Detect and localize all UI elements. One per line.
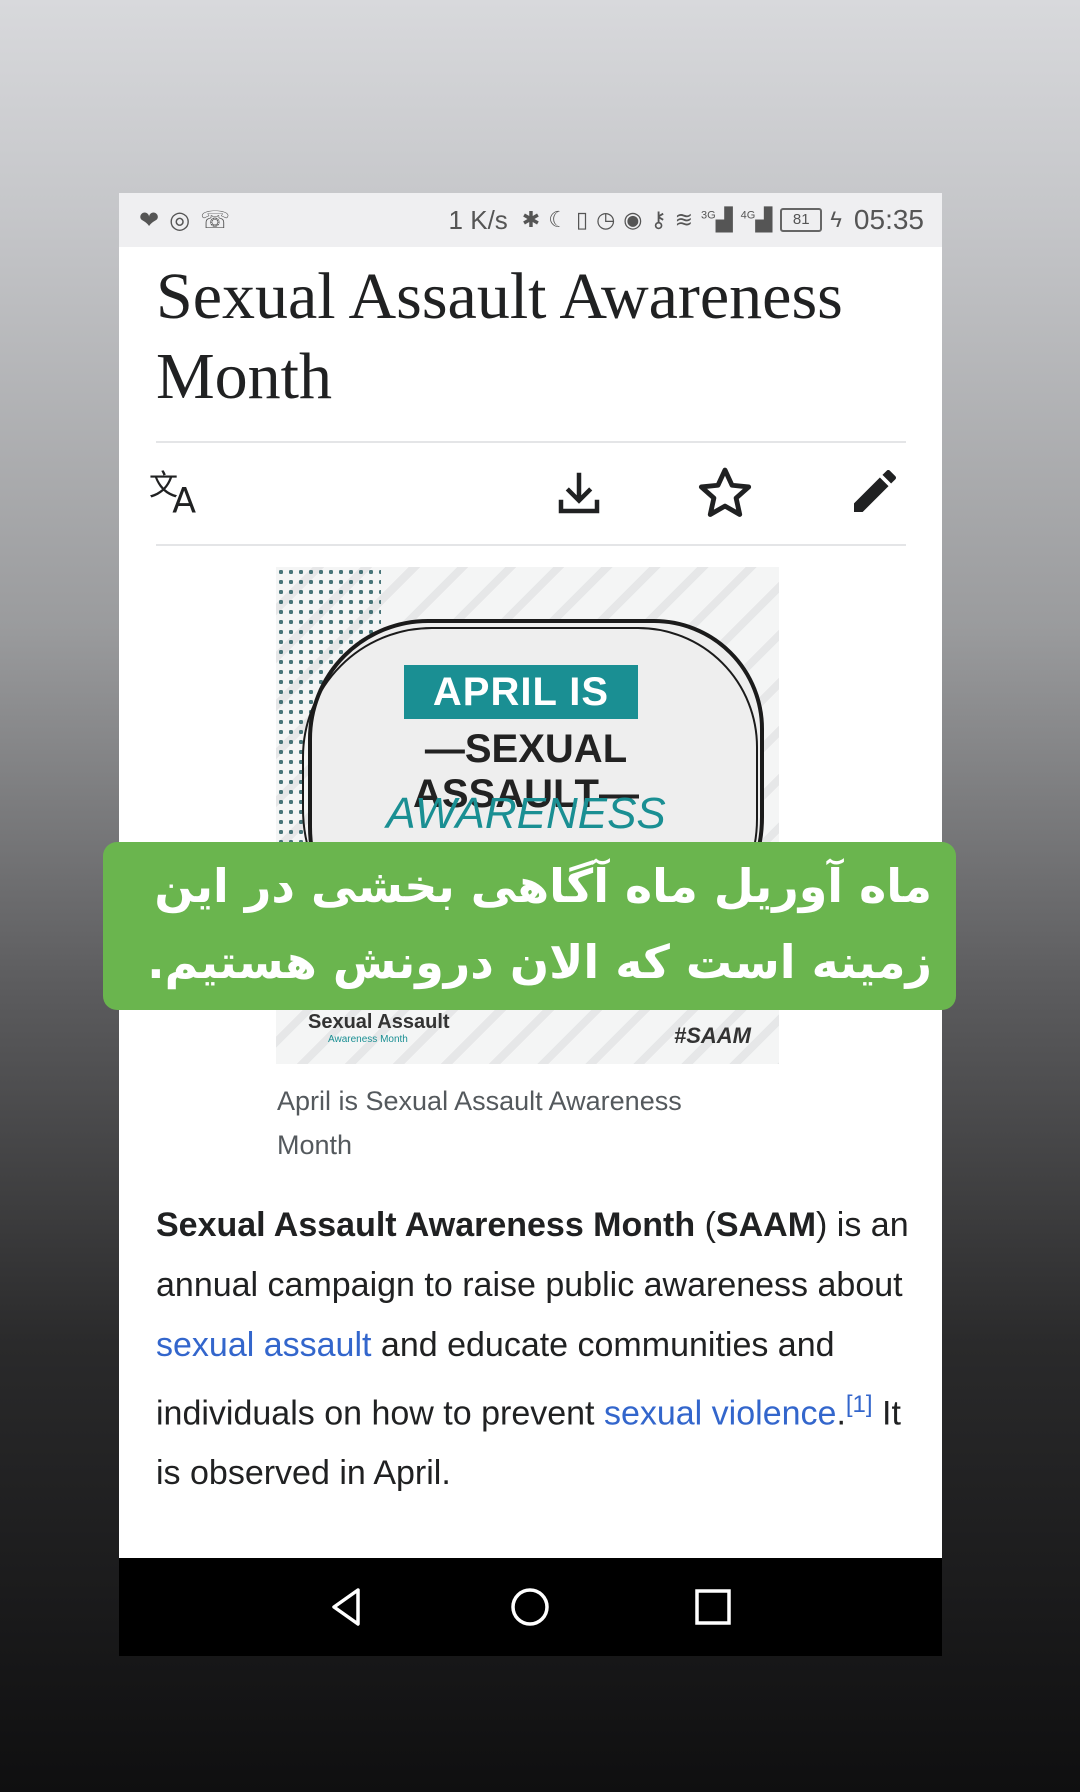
bluetooth-icon: ✱ [521,207,541,232]
missed-call-icon: ☏ [200,206,231,234]
clock: 05:35 [853,204,924,235]
eye-icon: ◉ [623,207,643,232]
network-speed: 1 K/s [448,204,508,235]
signal-4g-icon: 4G▟ [740,207,773,232]
wifi-icon: ≋ [674,207,694,232]
image-hashtag: #SAAM [673,1023,751,1048]
image-logo: Sexual Assault Awareness Month [308,1011,450,1045]
charging-icon: ϟ [830,207,842,232]
link-sexual-assault[interactable]: sexual assault [156,1326,371,1364]
download-icon[interactable] [549,463,609,523]
back-triangle-icon[interactable] [321,1582,371,1632]
svg-text:A: A [172,481,196,517]
image-caption: April is Sexual Assault Awareness Month [277,1086,682,1160]
title-divider [156,441,906,443]
image-logo-text: Sexual Assault [308,1011,450,1033]
lead-paren-open: ( [695,1206,716,1244]
moon-icon: ☾ [548,207,568,232]
signal-3g-icon: 3G▟ [701,207,733,232]
home-circle-icon[interactable] [505,1582,555,1632]
toolbar-divider [156,544,906,546]
translate-icon[interactable]: 文 A [149,461,209,521]
key-icon: ⚷ [650,207,667,232]
article-lead-paragraph: Sexual Assault Awareness Month (SAAM) is… [156,1195,916,1503]
vibrate-icon: ▯ [575,207,589,232]
status-left-icons: ❤ ◎ ☏ [139,206,230,235]
android-nav-bar [119,1558,942,1656]
page-title: Sexual Assault Awareness Month [156,260,843,413]
lead-bold-term: Sexual Assault Awareness Month [156,1206,696,1244]
image-logo-subtext: Awareness Month [328,1034,408,1045]
image-april-banner: APRIL IS [404,665,638,719]
recents-square-icon[interactable] [688,1582,738,1632]
lead-text-3: . [836,1394,846,1433]
link-sexual-violence[interactable]: sexual violence [604,1394,836,1432]
pencil-icon[interactable] [845,461,905,521]
instagram-icon: ◎ [169,206,191,234]
heart-pulse-icon: ❤ [139,206,160,234]
battery-icon: 81 [780,208,823,232]
status-right: 1 K/s ✱ ☾ ▯ ◷ ◉ ⚷ ≋ 3G▟ 4G▟ 81 ϟ 05:35 [449,204,924,236]
reference-1-link[interactable]: [1] [846,1391,873,1418]
lead-abbr: SAAM [715,1206,817,1244]
star-icon[interactable] [695,463,755,523]
alarm-icon: ◷ [596,207,616,232]
persian-caption-overlay: ماه آوریل ماه آگاهی بخشی در این زمینه اس… [103,842,956,1010]
status-bar: ❤ ◎ ☏ 1 K/s ✱ ☾ ▯ ◷ ◉ ⚷ ≋ 3G▟ 4G▟ 81 ϟ 0… [119,193,942,247]
